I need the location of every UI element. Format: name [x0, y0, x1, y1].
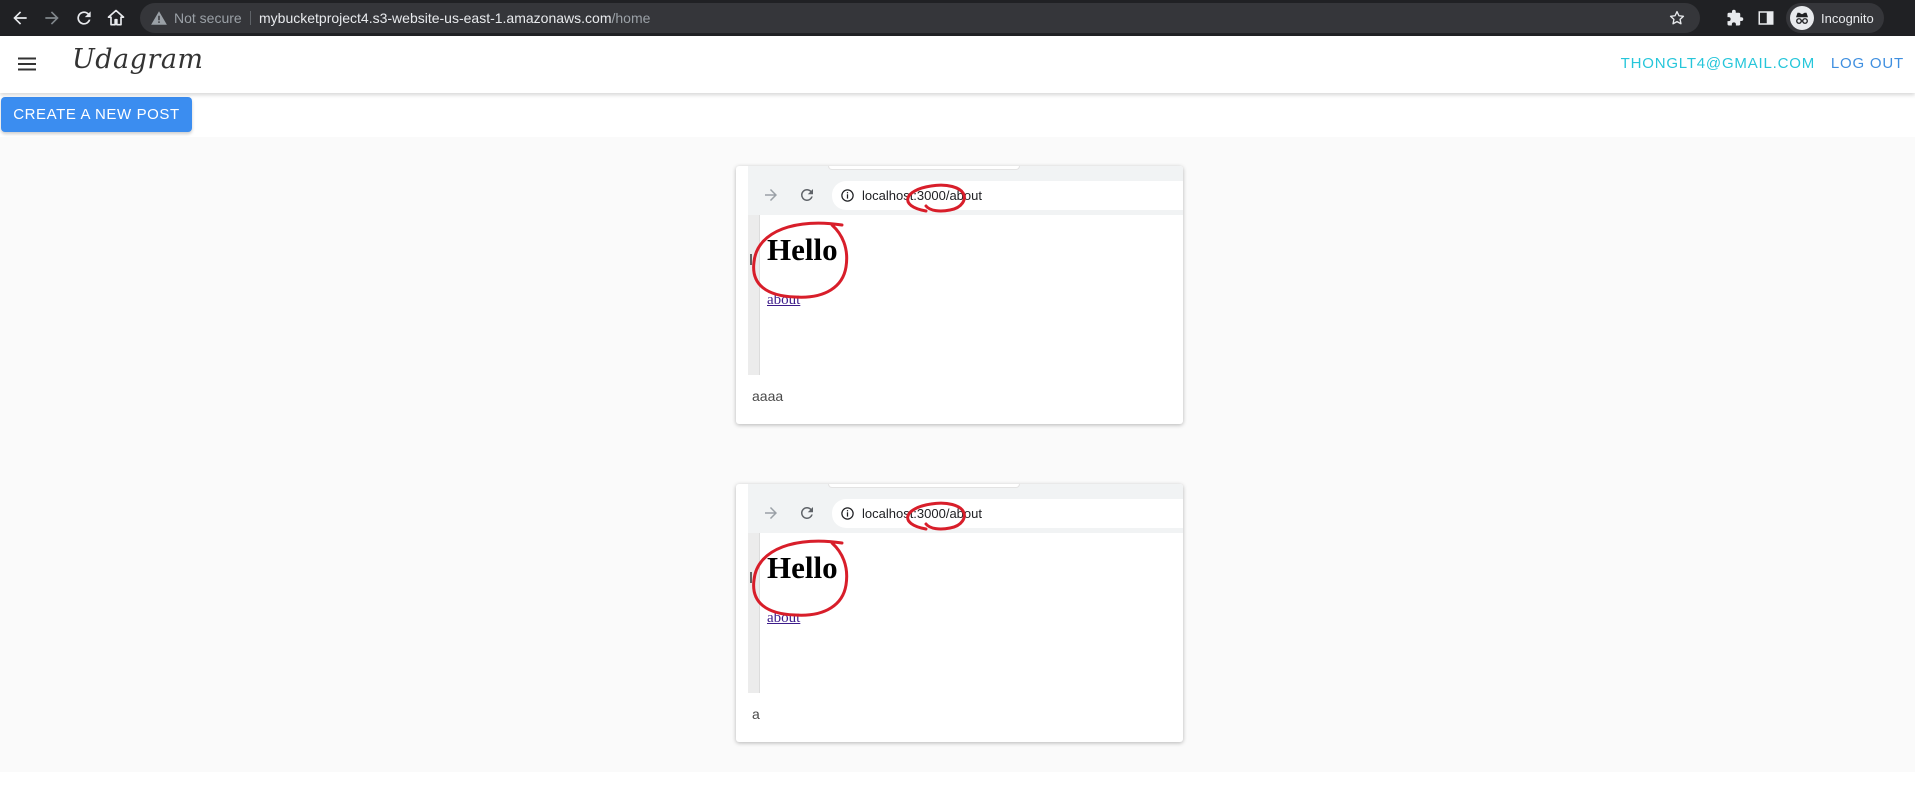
post-feed: localhost:3000/about Hello about aaaa lo… — [0, 137, 1915, 772]
udagram-page: Not secure mybucketproject4.s3-website-u… — [0, 0, 1915, 792]
security-label: Not secure — [174, 10, 242, 26]
shot-tab-strip — [748, 484, 1183, 492]
browser-toolbar: Not secure mybucketproject4.s3-website-u… — [0, 0, 1915, 36]
warning-icon[interactable] — [150, 9, 168, 27]
logout-button[interactable]: LOG OUT — [1831, 55, 1904, 72]
app-header: Udagram THONGLT4@GMAIL.COM LOG OUT — [0, 36, 1915, 93]
address-divider — [250, 11, 251, 25]
shot-heading: Hello — [767, 550, 838, 585]
url-path: /home — [611, 10, 651, 26]
back-icon[interactable] — [6, 4, 34, 32]
forward-icon — [765, 507, 777, 519]
user-email-link[interactable]: THONGLT4@GMAIL.COM — [1621, 55, 1815, 72]
post-caption: aaaa — [752, 388, 784, 404]
post-image: localhost:3000/about Hello about — [748, 484, 1183, 693]
shot-tab — [828, 166, 1020, 170]
reload-icon — [800, 188, 813, 201]
shot-browser-toolbar: localhost:3000/about — [748, 174, 1183, 215]
reload-icon[interactable] — [70, 4, 98, 32]
post-image: localhost:3000/about Hello about — [748, 166, 1183, 375]
address-bar[interactable]: Not secure mybucketproject4.s3-website-u… — [140, 3, 1700, 33]
create-post-button[interactable]: CREATE A NEW POST — [1, 97, 192, 132]
shot-heading: Hello — [767, 232, 838, 267]
shot-page-content: Hello about — [748, 533, 1183, 693]
incognito-label: Incognito — [1821, 10, 1874, 26]
shot-link: about — [767, 610, 801, 626]
shot-browser-toolbar: localhost:3000/about — [748, 492, 1183, 533]
info-icon — [841, 507, 854, 520]
incognito-icon — [1790, 6, 1814, 30]
shot-link: about — [767, 292, 801, 308]
shot-tab — [828, 484, 1020, 488]
side-panel-icon[interactable] — [1755, 7, 1777, 29]
hamburger-menu-icon[interactable] — [14, 51, 40, 77]
shot-page-content: Hello about — [748, 215, 1183, 375]
shot-url: localhost:3000/about — [862, 506, 982, 521]
home-icon[interactable] — [102, 4, 130, 32]
shot-sidebar — [748, 215, 760, 375]
post-caption: a — [752, 706, 760, 722]
post-card[interactable]: localhost:3000/about Hello about a — [736, 484, 1183, 742]
forward-icon[interactable] — [38, 4, 66, 32]
extensions-icon[interactable] — [1724, 7, 1746, 29]
forward-icon — [765, 189, 777, 201]
shot-url: localhost:3000/about — [862, 188, 982, 203]
shot-address-bar: localhost:3000/about — [832, 499, 1183, 528]
reload-icon — [800, 507, 813, 519]
bookmark-star-icon[interactable] — [1668, 9, 1686, 27]
incognito-profile-button[interactable]: Incognito — [1786, 3, 1884, 33]
url-host: mybucketproject4.s3-website-us-east-1.am… — [259, 10, 612, 26]
brand-logo[interactable]: Udagram — [72, 44, 204, 75]
shot-sidebar — [748, 533, 760, 693]
shot-tab-strip — [748, 166, 1183, 174]
page-url[interactable]: mybucketproject4.s3-website-us-east-1.am… — [259, 3, 650, 33]
post-card[interactable]: localhost:3000/about Hello about aaaa — [736, 166, 1183, 424]
shot-address-bar: localhost:3000/about — [832, 181, 1183, 210]
info-icon — [841, 189, 854, 202]
